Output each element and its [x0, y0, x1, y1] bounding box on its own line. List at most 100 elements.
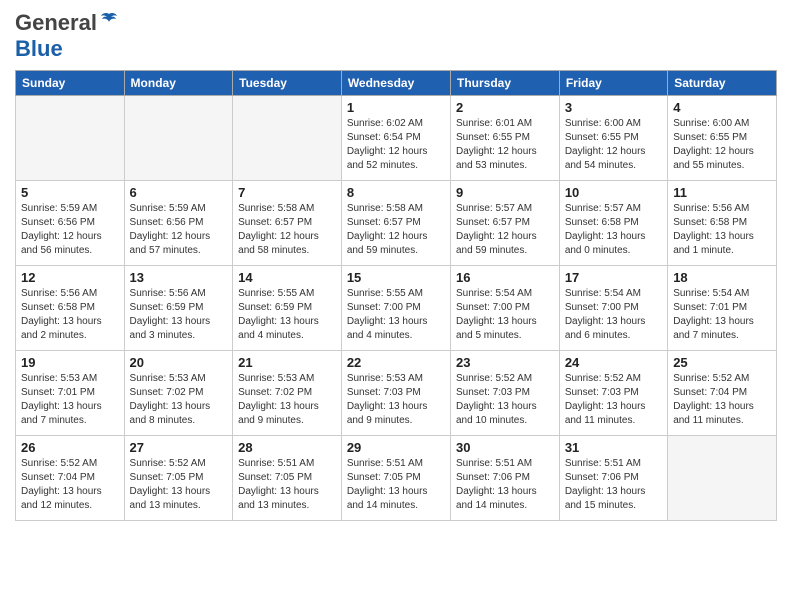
weekday-header-tuesday: Tuesday: [233, 71, 342, 96]
day-info: Sunrise: 5:52 AM Sunset: 7:04 PM Dayligh…: [673, 372, 771, 428]
calendar-cell: 26 Sunrise: 5:52 AM Sunset: 7:04 PM Dayli…: [16, 436, 125, 521]
calendar-cell: 27 Sunrise: 5:52 AM Sunset: 7:05 PM Dayli…: [124, 436, 233, 521]
calendar-cell: 28 Sunrise: 5:51 AM Sunset: 7:05 PM Dayli…: [233, 436, 342, 521]
day-info: Sunrise: 5:53 AM Sunset: 7:01 PM Dayligh…: [21, 372, 119, 428]
calendar-week-5: 26 Sunrise: 5:52 AM Sunset: 7:04 PM Dayli…: [16, 436, 777, 521]
day-info: Sunrise: 5:53 AM Sunset: 7:02 PM Dayligh…: [130, 372, 228, 428]
day-number: 16: [456, 270, 554, 285]
day-number: 29: [347, 440, 445, 455]
calendar-cell: 17 Sunrise: 5:54 AM Sunset: 7:00 PM Dayli…: [559, 266, 667, 351]
calendar-cell: 16 Sunrise: 5:54 AM Sunset: 7:00 PM Dayli…: [450, 266, 559, 351]
day-info: Sunrise: 5:59 AM Sunset: 6:56 PM Dayligh…: [21, 202, 119, 258]
day-info: Sunrise: 6:00 AM Sunset: 6:55 PM Dayligh…: [673, 117, 771, 173]
day-info: Sunrise: 5:54 AM Sunset: 7:01 PM Dayligh…: [673, 287, 771, 343]
calendar-cell: 20 Sunrise: 5:53 AM Sunset: 7:02 PM Dayli…: [124, 351, 233, 436]
calendar-cell: [233, 96, 342, 181]
weekday-header-thursday: Thursday: [450, 71, 559, 96]
calendar-cell: [124, 96, 233, 181]
calendar-cell: 29 Sunrise: 5:51 AM Sunset: 7:05 PM Dayli…: [341, 436, 450, 521]
day-number: 26: [21, 440, 119, 455]
day-info: Sunrise: 6:02 AM Sunset: 6:54 PM Dayligh…: [347, 117, 445, 173]
weekday-header-monday: Monday: [124, 71, 233, 96]
day-number: 23: [456, 355, 554, 370]
calendar-cell: 6 Sunrise: 5:59 AM Sunset: 6:56 PM Daylig…: [124, 181, 233, 266]
day-info: Sunrise: 5:54 AM Sunset: 7:00 PM Dayligh…: [456, 287, 554, 343]
day-info: Sunrise: 5:57 AM Sunset: 6:58 PM Dayligh…: [565, 202, 662, 258]
day-info: Sunrise: 5:54 AM Sunset: 7:00 PM Dayligh…: [565, 287, 662, 343]
day-info: Sunrise: 5:53 AM Sunset: 7:02 PM Dayligh…: [238, 372, 336, 428]
weekday-header-row: SundayMondayTuesdayWednesdayThursdayFrid…: [16, 71, 777, 96]
day-number: 1: [347, 100, 445, 115]
day-info: Sunrise: 5:59 AM Sunset: 6:56 PM Dayligh…: [130, 202, 228, 258]
calendar-cell: 19 Sunrise: 5:53 AM Sunset: 7:01 PM Dayli…: [16, 351, 125, 436]
calendar-cell: 8 Sunrise: 5:58 AM Sunset: 6:57 PM Daylig…: [341, 181, 450, 266]
day-number: 17: [565, 270, 662, 285]
calendar-cell: 9Sunrise: 5:57 AM Sunset: 6:57 PM Daylig…: [450, 181, 559, 266]
day-number: 25: [673, 355, 771, 370]
day-number: 21: [238, 355, 336, 370]
logo-bird-icon: [99, 11, 119, 31]
day-number: 14: [238, 270, 336, 285]
day-info: Sunrise: 5:58 AM Sunset: 6:57 PM Dayligh…: [238, 202, 336, 258]
day-info: Sunrise: 5:56 AM Sunset: 6:58 PM Dayligh…: [673, 202, 771, 258]
weekday-header-sunday: Sunday: [16, 71, 125, 96]
day-number: 7: [238, 185, 336, 200]
day-number: 19: [21, 355, 119, 370]
calendar-cell: 22Sunrise: 5:53 AM Sunset: 7:03 PM Dayli…: [341, 351, 450, 436]
calendar-cell: 12 Sunrise: 5:56 AM Sunset: 6:58 PM Dayli…: [16, 266, 125, 351]
calendar-cell: 15Sunrise: 5:55 AM Sunset: 7:00 PM Dayli…: [341, 266, 450, 351]
calendar-cell: 13Sunrise: 5:56 AM Sunset: 6:59 PM Dayli…: [124, 266, 233, 351]
calendar-cell: 25 Sunrise: 5:52 AM Sunset: 7:04 PM Dayli…: [668, 351, 777, 436]
weekday-header-wednesday: Wednesday: [341, 71, 450, 96]
day-number: 22: [347, 355, 445, 370]
calendar-cell: 1 Sunrise: 6:02 AM Sunset: 6:54 PM Daylig…: [341, 96, 450, 181]
calendar-cell: 4Sunrise: 6:00 AM Sunset: 6:55 PM Daylig…: [668, 96, 777, 181]
day-number: 27: [130, 440, 228, 455]
day-info: Sunrise: 5:52 AM Sunset: 7:03 PM Dayligh…: [456, 372, 554, 428]
day-number: 18: [673, 270, 771, 285]
calendar-cell: 31 Sunrise: 5:51 AM Sunset: 7:06 PM Dayli…: [559, 436, 667, 521]
day-info: Sunrise: 5:56 AM Sunset: 6:59 PM Dayligh…: [130, 287, 228, 343]
calendar-cell: 18 Sunrise: 5:54 AM Sunset: 7:01 PM Dayli…: [668, 266, 777, 351]
day-number: 30: [456, 440, 554, 455]
calendar-cell: [16, 96, 125, 181]
logo-blue-text: Blue: [15, 36, 63, 61]
day-info: Sunrise: 5:51 AM Sunset: 7:06 PM Dayligh…: [565, 457, 662, 513]
day-info: Sunrise: 5:58 AM Sunset: 6:57 PM Dayligh…: [347, 202, 445, 258]
calendar-cell: 5 Sunrise: 5:59 AM Sunset: 6:56 PM Daylig…: [16, 181, 125, 266]
day-number: 11: [673, 185, 771, 200]
logo: General Blue: [15, 10, 119, 62]
day-info: Sunrise: 5:52 AM Sunset: 7:05 PM Dayligh…: [130, 457, 228, 513]
day-number: 31: [565, 440, 662, 455]
calendar-cell: 11 Sunrise: 5:56 AM Sunset: 6:58 PM Dayli…: [668, 181, 777, 266]
day-number: 24: [565, 355, 662, 370]
calendar-week-1: 1 Sunrise: 6:02 AM Sunset: 6:54 PM Daylig…: [16, 96, 777, 181]
day-info: Sunrise: 5:51 AM Sunset: 7:05 PM Dayligh…: [238, 457, 336, 513]
page-header: General Blue: [15, 10, 777, 62]
calendar-cell: 30 Sunrise: 5:51 AM Sunset: 7:06 PM Dayli…: [450, 436, 559, 521]
day-number: 15: [347, 270, 445, 285]
day-info: Sunrise: 5:56 AM Sunset: 6:58 PM Dayligh…: [21, 287, 119, 343]
day-number: 12: [21, 270, 119, 285]
day-number: 28: [238, 440, 336, 455]
day-info: Sunrise: 5:52 AM Sunset: 7:04 PM Dayligh…: [21, 457, 119, 513]
day-info: Sunrise: 5:52 AM Sunset: 7:03 PM Dayligh…: [565, 372, 662, 428]
calendar-cell: 23 Sunrise: 5:52 AM Sunset: 7:03 PM Dayli…: [450, 351, 559, 436]
calendar-cell: 2 Sunrise: 6:01 AM Sunset: 6:55 PM Daylig…: [450, 96, 559, 181]
day-number: 6: [130, 185, 228, 200]
day-number: 2: [456, 100, 554, 115]
calendar-week-2: 5 Sunrise: 5:59 AM Sunset: 6:56 PM Daylig…: [16, 181, 777, 266]
day-info: Sunrise: 6:00 AM Sunset: 6:55 PM Dayligh…: [565, 117, 662, 173]
day-number: 5: [21, 185, 119, 200]
weekday-header-friday: Friday: [559, 71, 667, 96]
day-info: Sunrise: 5:57 AM Sunset: 6:57 PM Dayligh…: [456, 202, 554, 258]
weekday-header-saturday: Saturday: [668, 71, 777, 96]
day-info: Sunrise: 5:51 AM Sunset: 7:05 PM Dayligh…: [347, 457, 445, 513]
day-number: 20: [130, 355, 228, 370]
calendar-table: SundayMondayTuesdayWednesdayThursdayFrid…: [15, 70, 777, 521]
calendar-week-3: 12 Sunrise: 5:56 AM Sunset: 6:58 PM Dayli…: [16, 266, 777, 351]
logo-general-text: General: [15, 10, 97, 36]
day-info: Sunrise: 5:51 AM Sunset: 7:06 PM Dayligh…: [456, 457, 554, 513]
day-info: Sunrise: 6:01 AM Sunset: 6:55 PM Dayligh…: [456, 117, 554, 173]
day-number: 8: [347, 185, 445, 200]
